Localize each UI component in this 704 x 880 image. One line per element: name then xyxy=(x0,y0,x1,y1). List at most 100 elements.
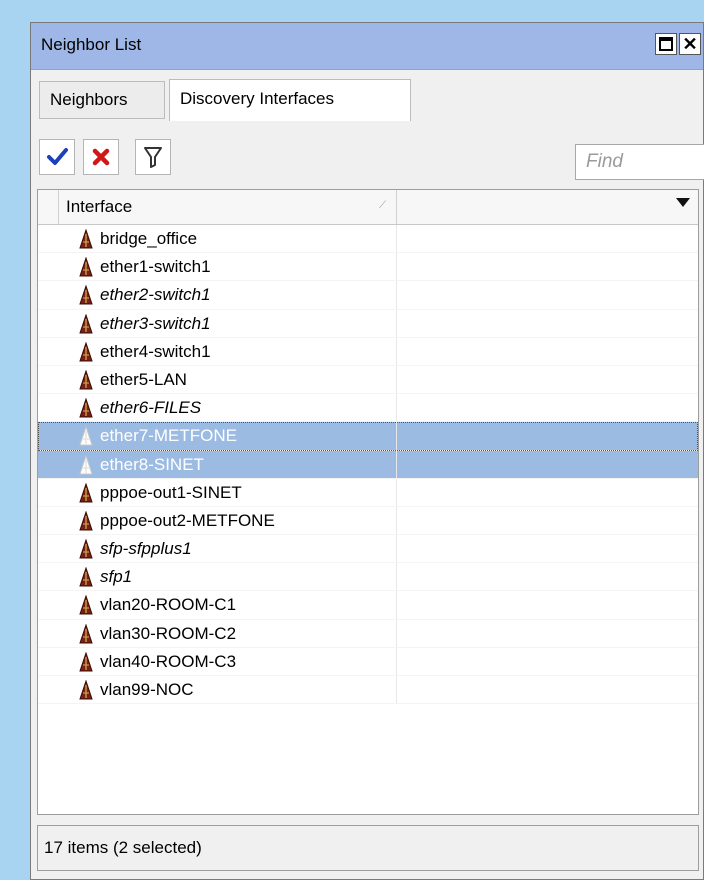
table-row[interactable]: sfp1 xyxy=(38,563,698,592)
close-button[interactable]: ✕ xyxy=(679,33,701,55)
table-row[interactable]: ether2-switch1 xyxy=(38,281,698,310)
status-text: 17 items (2 selected) xyxy=(44,838,202,857)
interface-icon xyxy=(79,482,93,503)
table-row[interactable]: bridge_office xyxy=(38,225,698,254)
x-mark-icon xyxy=(92,148,110,166)
column-divider xyxy=(396,337,397,365)
tab-discovery-interfaces[interactable]: Discovery Interfaces xyxy=(169,79,411,121)
interface-name: vlan30-ROOM-C2 xyxy=(100,623,237,643)
interface-name: ether5-LAN xyxy=(100,369,187,389)
maximize-icon xyxy=(659,37,673,51)
filter-icon xyxy=(144,147,162,168)
interface-icon xyxy=(79,680,93,700)
column-divider xyxy=(396,647,397,675)
interface-name: vlan40-ROOM-C3 xyxy=(100,651,237,671)
column-header-interface-label: Interface xyxy=(66,197,133,216)
interface-icon xyxy=(79,426,93,446)
filter-button[interactable] xyxy=(135,139,171,175)
table-body: bridge_office ether1-switch1 ether2-switch… xyxy=(38,225,698,705)
interface-name: bridge_office xyxy=(100,229,198,248)
table-row[interactable]: vlan30-ROOM-C2 xyxy=(38,619,698,648)
column-divider xyxy=(396,394,397,422)
table-row[interactable]: ether5-LAN xyxy=(38,365,698,395)
interface-icon xyxy=(79,398,93,418)
window-title: Neighbor List xyxy=(41,35,142,54)
interface-table: Interface ⟋ bridge_office ether1-switch1 e… xyxy=(37,189,699,815)
column-chooser-dropdown-icon[interactable] xyxy=(676,198,690,207)
interface-icon xyxy=(79,651,93,672)
title-bar[interactable]: Neighbor List ✕ xyxy=(31,23,703,70)
table-row[interactable]: ether8-SINET xyxy=(38,450,698,479)
table-row[interactable]: pppoe-out2-METFONE xyxy=(38,506,698,536)
column-divider xyxy=(396,253,397,281)
column-divider xyxy=(396,506,397,535)
interface-cell: ether8-SINET xyxy=(64,454,698,477)
column-divider xyxy=(396,676,397,704)
table-row[interactable]: ether4-switch1 xyxy=(38,337,698,366)
sort-ascending-icon: ⟋ xyxy=(379,200,386,211)
interface-cell: ether6-FILES xyxy=(64,398,698,420)
neighbor-list-window: Neighbor List ✕ Neighbors Discovery Inte… xyxy=(30,22,704,880)
tab-neighbors-label: Neighbors xyxy=(50,90,128,109)
table-row[interactable]: ether6-FILES xyxy=(38,394,698,423)
column-divider xyxy=(396,450,397,478)
interface-icon xyxy=(79,341,93,362)
interface-cell: ether3-switch1 xyxy=(64,313,698,336)
table-row[interactable]: sfp-sfpplus1 xyxy=(38,535,698,564)
interface-name: ether2-switch1 xyxy=(100,285,211,305)
column-divider xyxy=(396,535,397,563)
column-divider xyxy=(396,309,397,337)
enable-button[interactable] xyxy=(39,139,75,175)
table-row[interactable]: ether7-METFONE xyxy=(38,422,698,451)
interface-name: ether8-SINET xyxy=(100,454,204,474)
interface-icon xyxy=(79,369,93,390)
column-divider xyxy=(396,422,397,450)
table-row[interactable]: vlan40-ROOM-C3 xyxy=(38,647,698,676)
interface-cell: bridge_office xyxy=(64,229,698,251)
header-gutter xyxy=(38,190,59,224)
interface-cell: vlan30-ROOM-C2 xyxy=(64,623,698,646)
interface-cell: ether1-switch1 xyxy=(64,257,698,279)
column-divider xyxy=(396,619,397,647)
tab-discovery-interfaces-label: Discovery Interfaces xyxy=(180,89,334,108)
interface-icon xyxy=(79,257,93,277)
interface-name: ether3-switch1 xyxy=(100,313,211,333)
interface-cell: ether5-LAN xyxy=(64,369,698,392)
table-row[interactable]: ether1-switch1 xyxy=(38,253,698,282)
interface-icon xyxy=(79,285,93,305)
table-row[interactable]: pppoe-out1-SINET xyxy=(38,478,698,507)
interface-cell: sfp1 xyxy=(64,567,698,589)
column-divider xyxy=(396,478,397,506)
column-header-interface[interactable]: Interface ⟋ xyxy=(58,190,397,224)
interface-cell: vlan40-ROOM-C3 xyxy=(64,651,698,674)
interface-cell: ether7-METFONE xyxy=(64,426,698,448)
find-input[interactable]: Find xyxy=(575,144,704,180)
interface-cell: ether2-switch1 xyxy=(64,285,698,307)
interface-cell: ether4-switch1 xyxy=(64,341,698,364)
table-row[interactable]: ether3-switch1 xyxy=(38,309,698,338)
table-row[interactable]: vlan99-NOC xyxy=(38,676,698,705)
toolbar: Find xyxy=(39,139,704,180)
interface-icon xyxy=(79,567,93,587)
tab-neighbors[interactable]: Neighbors xyxy=(39,81,165,119)
interface-name: ether7-METFONE xyxy=(100,426,237,446)
table-row[interactable]: vlan20-ROOM-C1 xyxy=(38,591,698,620)
interface-name: vlan99-NOC xyxy=(100,680,194,699)
interface-icon xyxy=(79,595,93,615)
interface-cell: pppoe-out2-METFONE xyxy=(64,510,698,533)
interface-cell: sfp-sfpplus1 xyxy=(64,539,698,561)
maximize-button[interactable] xyxy=(655,33,677,55)
interface-name: ether1-switch1 xyxy=(100,257,211,277)
interface-cell: vlan20-ROOM-C1 xyxy=(64,595,698,617)
interface-name: ether6-FILES xyxy=(100,398,202,418)
interface-name: vlan20-ROOM-C1 xyxy=(100,595,237,615)
column-divider xyxy=(396,591,397,619)
column-header-extra[interactable] xyxy=(398,190,698,224)
column-divider xyxy=(396,563,397,591)
interface-cell: vlan99-NOC xyxy=(64,680,698,702)
interface-icon xyxy=(79,313,93,334)
interface-cell: pppoe-out1-SINET xyxy=(64,482,698,505)
close-icon: ✕ xyxy=(682,34,698,54)
column-divider xyxy=(396,281,397,309)
disable-button[interactable] xyxy=(83,139,119,175)
